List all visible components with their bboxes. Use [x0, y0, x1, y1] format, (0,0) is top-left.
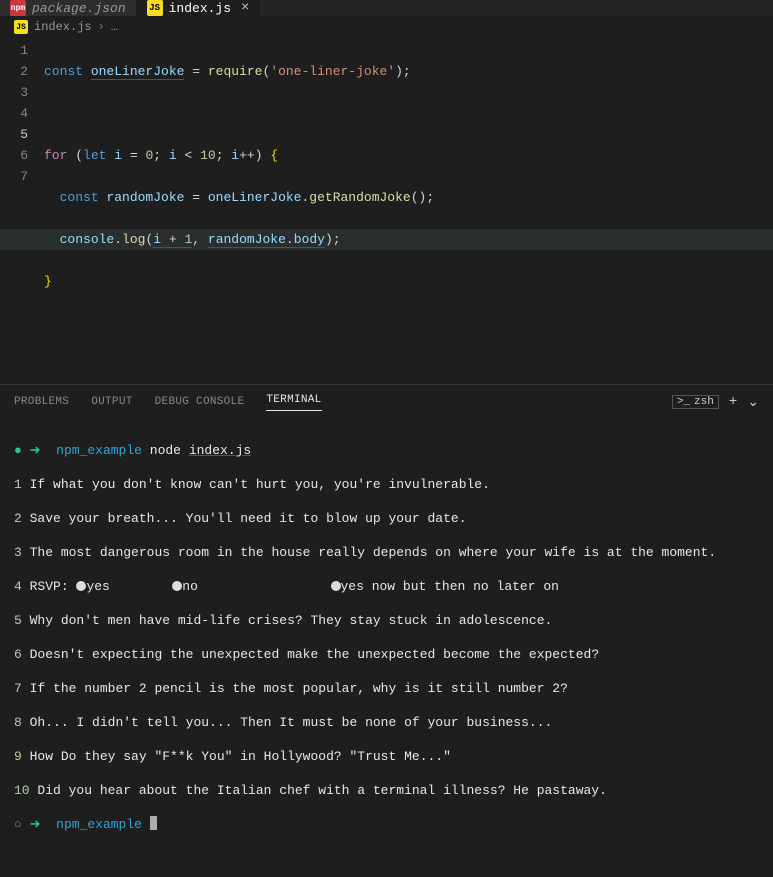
npm-icon: npm — [10, 0, 26, 16]
line-number: 1 — [0, 40, 28, 61]
line-number: 7 — [0, 166, 28, 187]
terminal-line: 2 Save your breath... You'll need it to … — [14, 510, 759, 527]
tab-label: index.js — [169, 1, 231, 16]
terminal-line: 1 If what you don't know can't hurt you,… — [14, 476, 759, 493]
close-icon[interactable]: × — [241, 0, 249, 16]
code-editor[interactable]: 1 2 3 4 5 6 7 const oneLinerJoke = requi… — [0, 38, 773, 384]
tab-label: package.json — [32, 1, 126, 16]
terminal-line: ○ ➜ npm_example — [14, 816, 759, 833]
line-number: 3 — [0, 82, 28, 103]
js-icon: JS — [147, 0, 163, 16]
split-terminal-button[interactable]: ⌄ — [747, 394, 759, 411]
line-number: 4 — [0, 103, 28, 124]
breadcrumb-more: … — [111, 20, 118, 34]
terminal-line: 5 Why don't men have mid-life crises? Th… — [14, 612, 759, 629]
terminal-icon: >_ — [677, 396, 690, 408]
terminal-line: 7 If the number 2 pencil is the most pop… — [14, 680, 759, 697]
bottom-panel: PROBLEMS OUTPUT DEBUG CONSOLE TERMINAL >… — [0, 384, 773, 877]
terminal-line: 9 How Do they say "F**k You" in Hollywoo… — [14, 748, 759, 765]
code-content[interactable]: const oneLinerJoke = require('one-liner-… — [44, 40, 773, 376]
js-icon: JS — [14, 20, 28, 34]
terminal-line: 6 Doesn't expecting the unexpected make … — [14, 646, 759, 663]
terminal-line: 8 Oh... I didn't tell you... Then It mus… — [14, 714, 759, 731]
breadcrumb-file: index.js — [34, 20, 92, 34]
chevron-right-icon: › — [98, 20, 105, 34]
terminal-line: 10 Did you hear about the Italian chef w… — [14, 782, 759, 799]
terminal-output[interactable]: ● ➜ npm_example node index.js 1 If what … — [0, 419, 773, 877]
tab-debug-console[interactable]: DEBUG CONSOLE — [155, 396, 245, 408]
tab-terminal[interactable]: TERMINAL — [266, 394, 321, 411]
terminal-line: 4 RSVP: yes no yes now but then no later… — [14, 578, 759, 595]
new-terminal-button[interactable]: + — [729, 394, 737, 410]
tab-problems[interactable]: PROBLEMS — [14, 396, 69, 408]
tab-output[interactable]: OUTPUT — [91, 396, 132, 408]
terminal-line: 3 The most dangerous room in the house r… — [14, 544, 759, 561]
shell-selector[interactable]: >_ zsh — [672, 395, 719, 409]
editor-tabs: npm package.json JS index.js × — [0, 0, 773, 16]
tab-package-json[interactable]: npm package.json — [0, 0, 137, 16]
shell-name: zsh — [694, 396, 714, 408]
terminal-line: ● ➜ npm_example node index.js — [14, 442, 759, 459]
breadcrumb[interactable]: JS index.js › … — [0, 16, 773, 38]
tab-index-js[interactable]: JS index.js × — [137, 0, 261, 16]
line-number: 6 — [0, 145, 28, 166]
terminal-cursor — [150, 816, 157, 830]
line-number: 5 — [0, 124, 28, 145]
panel-tabs: PROBLEMS OUTPUT DEBUG CONSOLE TERMINAL >… — [0, 385, 773, 419]
line-gutter: 1 2 3 4 5 6 7 — [0, 40, 44, 376]
line-number: 2 — [0, 61, 28, 82]
